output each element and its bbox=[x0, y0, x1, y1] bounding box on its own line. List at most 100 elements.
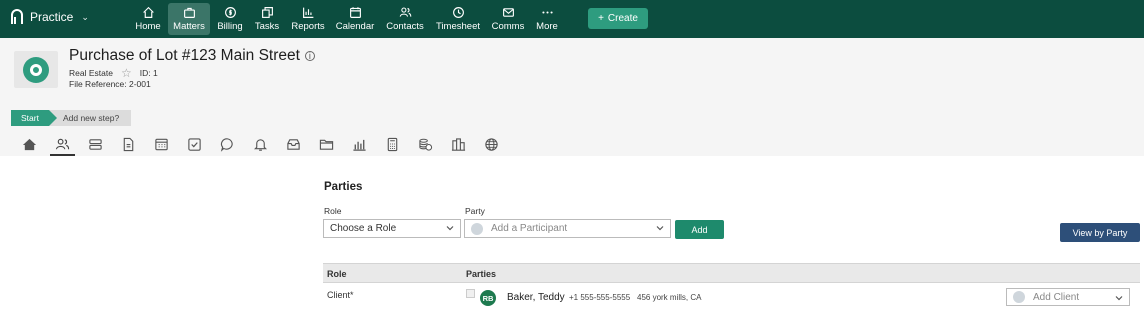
nav-calendar-label: Calendar bbox=[335, 21, 375, 32]
tab-reminders[interactable] bbox=[244, 134, 277, 154]
star-icon[interactable]: ☆ bbox=[121, 66, 132, 80]
coins-icon bbox=[419, 138, 433, 151]
tab-home[interactable] bbox=[13, 134, 46, 154]
details-icon bbox=[89, 138, 102, 150]
participant-select[interactable]: Add a Participant bbox=[464, 219, 671, 238]
tab-web[interactable] bbox=[475, 134, 508, 154]
tab-documents[interactable] bbox=[112, 134, 145, 154]
nav-comms[interactable]: Comms bbox=[490, 3, 526, 35]
nav-matters-label: Matters bbox=[173, 21, 205, 32]
role-select[interactable]: Choose a Role bbox=[323, 219, 461, 238]
nav-tasks-label: Tasks bbox=[254, 21, 280, 32]
add-step-button[interactable]: Add new step? bbox=[48, 110, 132, 126]
table-row: Client* RB Baker, Teddy +1 555-555-5555 … bbox=[323, 285, 1140, 314]
parties-table-header: Role Parties bbox=[323, 263, 1140, 283]
nav-home-label: Home bbox=[135, 21, 161, 32]
nav-timesheet[interactable]: Timesheet bbox=[435, 3, 481, 35]
reports-icon bbox=[302, 7, 313, 18]
folder-icon bbox=[319, 139, 334, 150]
brand-name: Practice bbox=[30, 10, 74, 24]
matter-type: Real Estate bbox=[69, 68, 113, 78]
matter-tab-bar bbox=[13, 134, 508, 156]
chevron-down-icon: ⌄ bbox=[81, 11, 89, 22]
chat-icon bbox=[220, 137, 233, 152]
tab-trust[interactable] bbox=[409, 134, 442, 154]
matter-title: Purchase of Lot #123 Main Street i bbox=[69, 47, 315, 65]
nav-timesheet-label: Timesheet bbox=[436, 21, 480, 32]
info-icon[interactable]: i bbox=[304, 51, 315, 61]
row-checkbox[interactable] bbox=[466, 289, 475, 298]
tab-calculator[interactable] bbox=[376, 134, 409, 154]
dollar-icon bbox=[224, 7, 236, 18]
create-button[interactable]: + Create bbox=[588, 8, 648, 29]
nav-more[interactable]: More bbox=[533, 3, 561, 35]
brand-switcher[interactable]: Practice ⌄ bbox=[10, 9, 89, 25]
globe-icon bbox=[485, 137, 498, 151]
clock-icon bbox=[452, 7, 464, 18]
home-icon bbox=[142, 6, 154, 18]
calculator-icon bbox=[387, 137, 398, 151]
workflow-steps: Start Add new step? bbox=[11, 110, 132, 126]
step-start[interactable]: Start bbox=[11, 110, 57, 126]
top-nav: Practice ⌄ Home Matters Billing Tasks Re… bbox=[0, 0, 1144, 38]
add-client-placeholder: Add Client bbox=[1033, 291, 1080, 303]
plus-icon: + bbox=[598, 13, 604, 24]
document-icon bbox=[123, 137, 134, 151]
mail-icon bbox=[502, 8, 514, 17]
row-role: Client* bbox=[327, 290, 354, 300]
person-icon bbox=[471, 222, 483, 235]
person-icon bbox=[1013, 291, 1025, 303]
nav-billing[interactable]: Billing bbox=[214, 3, 246, 35]
chevron-down-icon bbox=[656, 226, 664, 231]
role-select-value: Choose a Role bbox=[330, 223, 397, 234]
matter-id: ID: 1 bbox=[139, 68, 158, 78]
nav-contacts[interactable]: Contacts bbox=[384, 3, 426, 35]
chevron-down-icon bbox=[1115, 296, 1123, 301]
avatar: RB bbox=[480, 290, 496, 306]
tab-details[interactable] bbox=[79, 134, 112, 154]
tab-buildings[interactable] bbox=[442, 134, 475, 154]
matter-title-text: Purchase of Lot #123 Main Street bbox=[69, 47, 300, 64]
create-label: Create bbox=[607, 13, 638, 24]
home-icon bbox=[22, 138, 37, 150]
party-address: 456 york mills, CA bbox=[637, 293, 702, 302]
tasks-icon bbox=[261, 7, 273, 18]
view-by-party-button[interactable]: View by Party bbox=[1060, 223, 1140, 242]
party-name-link[interactable]: Baker, Teddy bbox=[507, 292, 565, 303]
column-parties: Parties bbox=[466, 269, 497, 279]
tab-parties[interactable] bbox=[46, 134, 79, 156]
tab-reports[interactable] bbox=[343, 134, 376, 154]
role-label: Role bbox=[324, 206, 342, 216]
tab-calculations[interactable] bbox=[145, 134, 178, 154]
parties-heading: Parties bbox=[324, 181, 363, 193]
ellipsis-icon bbox=[541, 11, 553, 14]
nav-matters[interactable]: Matters bbox=[168, 3, 210, 35]
parties-icon bbox=[55, 138, 70, 149]
nav-calendar[interactable]: Calendar bbox=[335, 3, 375, 35]
tab-comments[interactable] bbox=[211, 134, 244, 154]
practice-logo-icon bbox=[11, 9, 23, 24]
tab-tasks[interactable] bbox=[178, 134, 211, 154]
bell-icon bbox=[253, 138, 268, 151]
file-reference: File Reference: 2-001 bbox=[69, 79, 151, 89]
participant-placeholder: Add a Participant bbox=[491, 223, 568, 234]
matter-header: Purchase of Lot #123 Main Street i Real … bbox=[0, 38, 1144, 156]
contacts-icon bbox=[399, 7, 411, 17]
building-icon bbox=[451, 137, 466, 151]
party-label: Party bbox=[465, 206, 485, 216]
nav-home[interactable]: Home bbox=[132, 3, 164, 35]
tab-inbox[interactable] bbox=[277, 134, 310, 154]
chevron-down-icon bbox=[446, 226, 454, 231]
nav-more-label: More bbox=[536, 21, 558, 32]
matter-avatar bbox=[14, 51, 58, 88]
nav-reports[interactable]: Reports bbox=[289, 3, 327, 35]
checkbox-icon bbox=[188, 137, 201, 151]
nav-billing-label: Billing bbox=[217, 21, 243, 32]
column-role: Role bbox=[327, 269, 347, 279]
tab-folders[interactable] bbox=[310, 134, 343, 154]
add-party-button[interactable]: Add bbox=[675, 220, 724, 239]
nav-comms-label: Comms bbox=[491, 21, 525, 32]
inbox-icon bbox=[287, 138, 300, 150]
nav-tasks[interactable]: Tasks bbox=[252, 3, 282, 35]
add-client-select[interactable]: Add Client bbox=[1006, 288, 1130, 306]
